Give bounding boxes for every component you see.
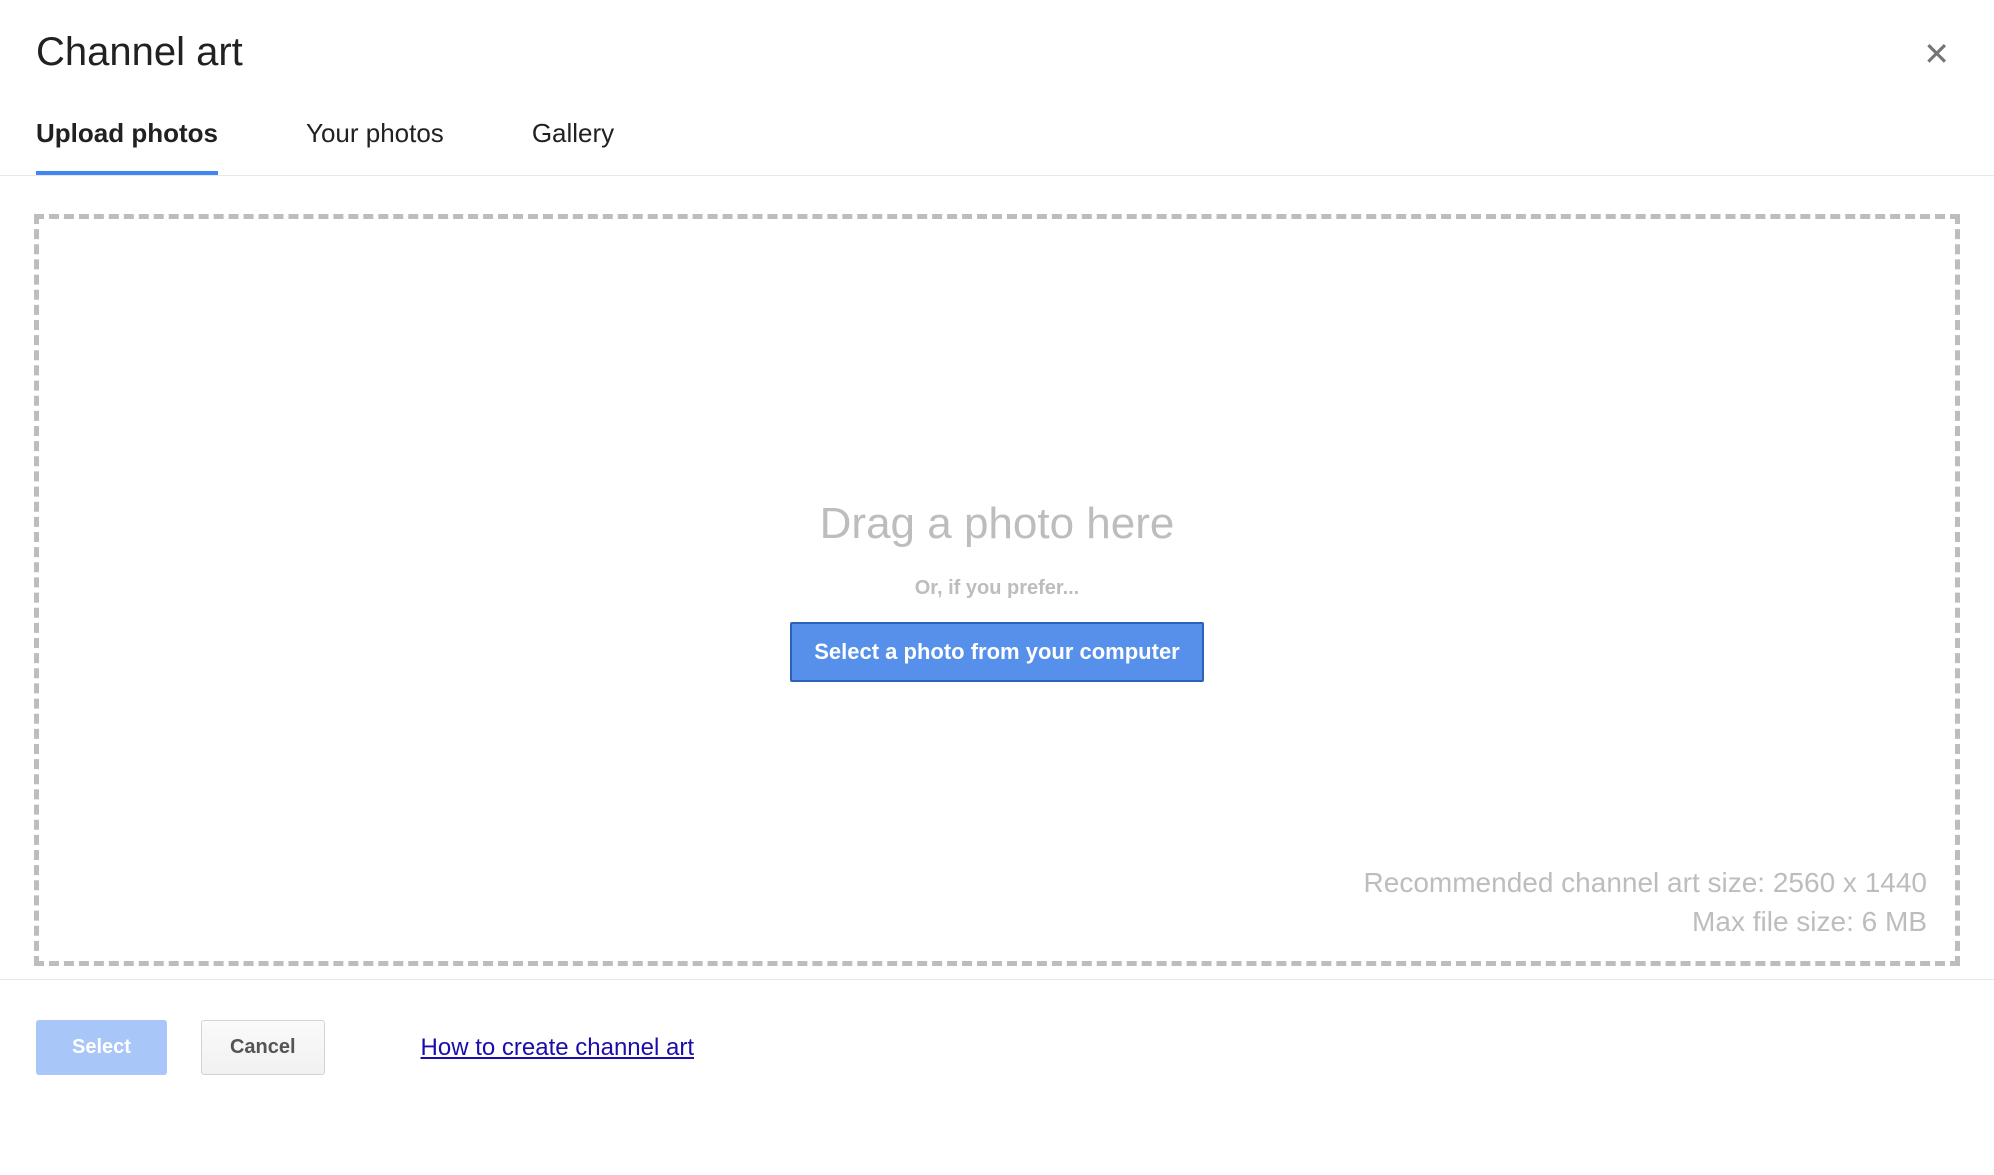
tab-your-photos[interactable]: Your photos [306,118,444,175]
size-info: Recommended channel art size: 2560 x 144… [1364,863,1927,941]
dialog-footer: Select Cancel How to create channel art [0,979,1994,1075]
max-file-size-text: Max file size: 6 MB [1364,902,1927,941]
dialog-header: Channel art ✕ [0,0,1994,78]
help-link[interactable]: How to create channel art [421,1034,694,1062]
tab-upload-photos[interactable]: Upload photos [36,118,218,175]
select-file-button[interactable]: Select a photo from your computer [790,622,1204,682]
close-icon[interactable]: ✕ [1915,30,1958,78]
cancel-button[interactable]: Cancel [201,1020,325,1075]
recommended-size-text: Recommended channel art size: 2560 x 144… [1364,863,1927,902]
tabs-bar: Upload photos Your photos Gallery [0,78,1994,176]
tab-gallery[interactable]: Gallery [532,118,614,175]
dialog-title: Channel art [36,30,243,75]
select-button[interactable]: Select [36,1020,167,1075]
dropzone[interactable]: Drag a photo here Or, if you prefer... S… [34,214,1960,966]
or-prompt: Or, if you prefer... [915,577,1080,600]
drag-prompt: Drag a photo here [820,499,1175,549]
content-area: Drag a photo here Or, if you prefer... S… [0,176,1994,966]
